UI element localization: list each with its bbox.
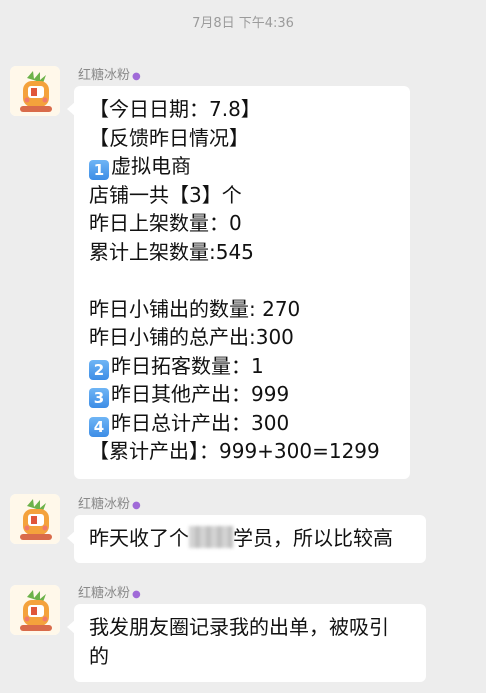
badge-icon: ● bbox=[132, 71, 141, 82]
message-line: 店铺一共【3】个 bbox=[89, 181, 395, 210]
message-bubble[interactable]: 【今日日期：7.8】 【反馈昨日情况】 1 虚拟电商 店铺一共【3】个 昨日上架数量：0 累… bbox=[67, 86, 410, 479]
sender-name: 红糖冰粉 ● bbox=[78, 68, 141, 83]
message-text: 【今日日期：7.8】 bbox=[89, 97, 261, 121]
message-text: 【累计产出】：999+300=1299 bbox=[89, 439, 380, 463]
badge-icon: ● bbox=[132, 500, 141, 511]
message-text: 昨日总计产出：300 bbox=[111, 410, 290, 435]
message-text: 【反馈昨日情况】 bbox=[89, 125, 249, 150]
number-keycap-icon: 1 bbox=[89, 160, 109, 180]
number-keycap-icon: 2 bbox=[89, 359, 109, 380]
message-line: 2 昨日拓客数量：1 bbox=[89, 352, 395, 381]
message-text: 我发朋友圈记录我的出单，被吸引 bbox=[89, 615, 389, 639]
message-text: 学员，所以比较高 bbox=[233, 526, 393, 550]
sender-name: 红糖冰粉 ● bbox=[78, 497, 141, 512]
number-keycap-icon: 4 bbox=[89, 416, 109, 437]
message-line: 昨日上架数量：0 bbox=[89, 209, 395, 238]
message-text: 累计上架数量:545 bbox=[89, 239, 254, 264]
message-text: 昨日其他产出：999 bbox=[111, 382, 290, 406]
avatar[interactable] bbox=[10, 66, 60, 116]
redacted-text bbox=[189, 526, 233, 548]
message-text: 昨日拓客数量：1 bbox=[111, 353, 264, 378]
message-line: 的 bbox=[89, 642, 411, 671]
message-line: 【反馈昨日情况】 bbox=[89, 124, 395, 153]
message-line: 累计上架数量:545 bbox=[89, 238, 395, 267]
message-text: 昨天收了个 bbox=[89, 526, 189, 550]
message-line bbox=[89, 266, 395, 295]
message-text: 昨日上架数量：0 bbox=[89, 211, 242, 235]
badge-icon: ● bbox=[132, 589, 141, 600]
avatar[interactable] bbox=[10, 494, 60, 544]
message-text: 虚拟电商 bbox=[111, 154, 191, 178]
message-line: 昨日小铺出的数量: 270 bbox=[89, 295, 395, 324]
message-line: 1 虚拟电商 bbox=[89, 152, 395, 181]
message-line: 【累计产出】：999+300=1299 bbox=[89, 437, 395, 466]
carrot-mascot-icon bbox=[10, 66, 60, 116]
message-line: 【今日日期：7.8】 bbox=[89, 95, 395, 124]
message-line: 4 昨日总计产出：300 bbox=[89, 409, 395, 438]
message-text: 店铺一共【3】个 bbox=[89, 182, 242, 207]
carrot-mascot-icon bbox=[10, 494, 60, 544]
carrot-mascot-icon bbox=[10, 585, 60, 635]
message-line: 我发朋友圈记录我的出单，被吸引 bbox=[89, 613, 411, 642]
timestamp: 7月8日 下午4:36 bbox=[192, 16, 294, 31]
message-text: 昨日小铺的总产出:300 bbox=[89, 325, 294, 349]
avatar[interactable] bbox=[10, 585, 60, 635]
message-line: 3 昨日其他产出：999 bbox=[89, 380, 395, 409]
message-line: 昨日小铺的总产出:300 bbox=[89, 323, 395, 352]
number-keycap-icon: 3 bbox=[89, 388, 109, 408]
message-bubble[interactable]: 我发朋友圈记录我的出单，被吸引的 bbox=[67, 604, 426, 682]
sender-name: 红糖冰粉 ● bbox=[78, 586, 141, 601]
message-text: 的 bbox=[89, 643, 109, 668]
message-bubble[interactable]: 昨天收了个 学员，所以比较高 bbox=[67, 515, 426, 563]
message-text: 昨日小铺出的数量: 270 bbox=[89, 296, 301, 321]
